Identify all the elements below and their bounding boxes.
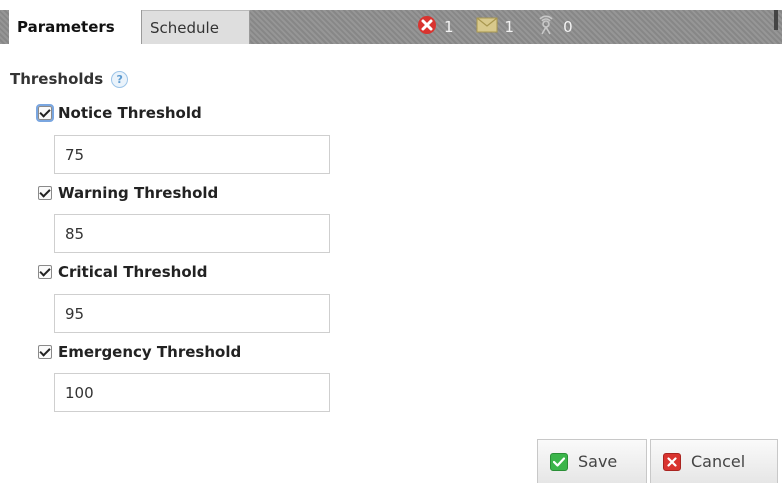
check-icon (550, 452, 568, 471)
emergency-threshold-checkbox[interactable] (38, 345, 52, 359)
notice-threshold-input[interactable] (54, 135, 330, 174)
tab-parameters[interactable]: Parameters (9, 10, 142, 44)
error-x-icon (417, 15, 437, 39)
emergency-threshold-label: Emergency Threshold (58, 343, 242, 361)
critical-threshold-label: Critical Threshold (58, 263, 208, 281)
checkmark-icon (39, 186, 51, 198)
status-messages[interactable]: 1 (476, 17, 515, 37)
tab-schedule[interactable]: Schedule (142, 10, 250, 44)
notice-threshold-row[interactable]: Notice Threshold (36, 104, 202, 122)
notification-count: 0 (563, 18, 573, 36)
critical-threshold-input[interactable] (54, 294, 330, 333)
satellite-icon (536, 15, 556, 39)
notice-threshold-label: Notice Threshold (58, 104, 202, 122)
checkmark-icon (39, 345, 51, 357)
status-counters: 1 1 0 (417, 10, 595, 44)
error-count: 1 (444, 18, 454, 36)
checkmark-icon (39, 265, 51, 277)
warning-threshold-checkbox[interactable] (38, 186, 52, 200)
critical-threshold-checkbox[interactable] (38, 265, 52, 279)
status-notifications[interactable]: 0 (536, 15, 573, 39)
envelope-icon (476, 17, 498, 37)
critical-threshold-row[interactable]: Critical Threshold (38, 263, 208, 281)
warning-threshold-input[interactable] (54, 214, 330, 253)
warning-threshold-row[interactable]: Warning Threshold (38, 184, 218, 202)
thresholds-label: Thresholds (10, 70, 104, 88)
tab-bar: Parameters Schedule 1 1 0 (0, 10, 782, 44)
tab-bar-edge (774, 10, 778, 30)
emergency-threshold-row[interactable]: Emergency Threshold (38, 343, 241, 361)
close-icon (663, 452, 681, 471)
checkmark-icon (39, 106, 51, 118)
status-errors[interactable]: 1 (417, 15, 454, 39)
top-strip (0, 0, 782, 10)
emergency-threshold-input[interactable] (54, 373, 330, 412)
message-count: 1 (504, 18, 515, 36)
warning-threshold-label: Warning Threshold (58, 184, 219, 202)
save-label: Save (578, 452, 618, 471)
help-question-icon[interactable]: ? (111, 70, 129, 88)
cancel-label: Cancel (691, 452, 746, 471)
cancel-button[interactable]: Cancel (650, 439, 778, 483)
save-button[interactable]: Save (537, 439, 647, 483)
notice-threshold-checkbox[interactable] (36, 104, 54, 122)
thresholds-heading: Thresholds ? (10, 70, 129, 88)
